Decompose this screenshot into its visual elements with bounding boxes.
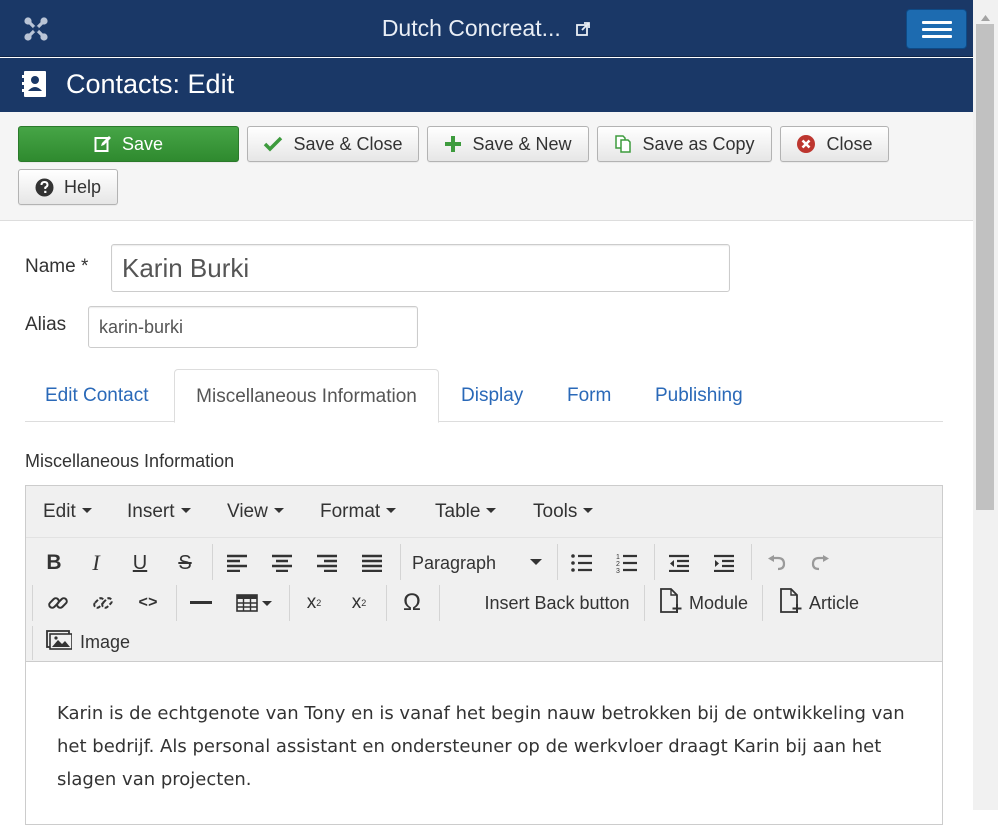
- redo-icon[interactable]: [806, 548, 836, 578]
- page-title: Contacts: Edit: [66, 69, 235, 99]
- tab-edit-contact[interactable]: Edit Contact: [45, 369, 149, 422]
- chevron-down-icon: [180, 507, 191, 513]
- chevron-down-icon: [486, 507, 497, 513]
- align-center-icon[interactable]: [267, 548, 297, 578]
- editor-paragraph: Karin is de echtgenote van Tony en is va…: [57, 703, 905, 790]
- bullet-list-icon[interactable]: [567, 548, 597, 578]
- save-button[interactable]: Save: [18, 126, 239, 162]
- align-justify-icon[interactable]: [357, 548, 387, 578]
- check-icon: [263, 135, 283, 153]
- help-button[interactable]: Help: [18, 169, 118, 205]
- chevron-down-icon: [386, 507, 397, 513]
- paragraph-format-select[interactable]: Paragraph: [412, 548, 542, 578]
- chevron-down-icon: [583, 507, 594, 513]
- file-add-icon: [779, 587, 803, 619]
- align-right-icon[interactable]: [312, 548, 342, 578]
- link-icon[interactable]: [43, 588, 73, 618]
- horizontal-rule-icon[interactable]: [186, 588, 216, 618]
- italic-icon[interactable]: I: [81, 548, 111, 578]
- page-header: Contacts: Edit: [0, 58, 973, 112]
- copy-icon: [614, 135, 632, 153]
- tab-publishing[interactable]: Publishing: [655, 369, 743, 422]
- section-label: Miscellaneous Information: [25, 451, 235, 471]
- action-toolbar: Save Save & Close Save & New Save as Cop…: [0, 112, 973, 221]
- table-icon[interactable]: [231, 588, 277, 618]
- tab-form[interactable]: Form: [567, 369, 611, 422]
- insert-module-button[interactable]: Module: [656, 587, 751, 619]
- underline-icon[interactable]: U: [125, 548, 155, 578]
- unlink-icon[interactable]: [88, 588, 118, 618]
- menu-table[interactable]: Table: [435, 501, 497, 523]
- name-label: Name *: [25, 256, 89, 277]
- site-title-link[interactable]: Dutch Concreat...: [0, 15, 973, 43]
- menu-insert[interactable]: Insert: [127, 501, 191, 523]
- bold-icon[interactable]: B: [39, 548, 69, 578]
- menu-edit[interactable]: Edit: [43, 501, 92, 523]
- alias-label: Alias: [25, 314, 67, 335]
- svg-text:1: 1: [616, 554, 620, 561]
- scrollbar-thumb[interactable]: [976, 24, 994, 510]
- close-button[interactable]: Close: [780, 126, 889, 162]
- plus-icon: [444, 135, 462, 153]
- svg-text:2: 2: [616, 561, 620, 568]
- save-close-button[interactable]: Save & Close: [247, 126, 419, 162]
- chevron-down-icon: [262, 600, 272, 606]
- special-character-icon[interactable]: Ω: [397, 588, 427, 618]
- external-link-icon: [575, 16, 591, 43]
- save-as-copy-button[interactable]: Save as Copy: [597, 126, 772, 162]
- close-circle-icon: [796, 134, 816, 154]
- top-navbar: Dutch Concreat...: [0, 0, 973, 57]
- name-field[interactable]: [111, 244, 730, 292]
- alias-field[interactable]: [88, 306, 418, 348]
- editor-content-area[interactable]: Karin is de echtgenote van Tony en is va…: [26, 663, 942, 826]
- strikethrough-icon[interactable]: S: [170, 548, 200, 578]
- file-add-icon: [659, 587, 683, 619]
- code-icon[interactable]: <>: [133, 588, 163, 618]
- indent-icon[interactable]: [709, 548, 739, 578]
- menu-view[interactable]: View: [227, 501, 284, 523]
- numbered-list-icon[interactable]: 1 2 3: [612, 548, 642, 578]
- superscript-icon[interactable]: x2: [344, 588, 374, 618]
- align-left-icon[interactable]: [222, 548, 252, 578]
- address-book-icon: [22, 70, 48, 103]
- insert-back-button[interactable]: Insert Back button: [478, 588, 636, 618]
- save-new-button[interactable]: Save & New: [427, 126, 589, 162]
- hamburger-menu-icon[interactable]: [906, 9, 967, 49]
- chevron-down-icon: [81, 507, 92, 513]
- rich-text-editor: Edit Insert View Format Table Tools B I …: [25, 485, 943, 825]
- edit-icon: [94, 135, 112, 153]
- menu-tools[interactable]: Tools: [533, 501, 594, 523]
- outdent-icon[interactable]: [664, 548, 694, 578]
- insert-article-button[interactable]: Article: [774, 587, 864, 619]
- question-circle-icon: [35, 178, 54, 197]
- tab-miscellaneous-information[interactable]: Miscellaneous Information: [174, 369, 439, 423]
- undo-icon[interactable]: [761, 548, 791, 578]
- editor-toolbar: B I U S Paragraph 1 2 3 <> x 2 x 2 Ω Ins…: [26, 538, 942, 662]
- tab-bar: Edit Contact Miscellaneous Information D…: [25, 369, 943, 423]
- menu-format[interactable]: Format: [320, 501, 397, 523]
- svg-text:3: 3: [616, 568, 620, 573]
- chevron-down-icon: [530, 558, 542, 565]
- subscript-icon[interactable]: x2: [299, 588, 329, 618]
- chevron-down-icon: [273, 507, 284, 513]
- image-icon: [46, 629, 73, 655]
- editor-menubar: Edit Insert View Format Table Tools: [26, 486, 942, 538]
- tab-display[interactable]: Display: [461, 369, 523, 422]
- page-scrollbar[interactable]: [973, 0, 998, 810]
- insert-image-button[interactable]: Image: [43, 627, 133, 657]
